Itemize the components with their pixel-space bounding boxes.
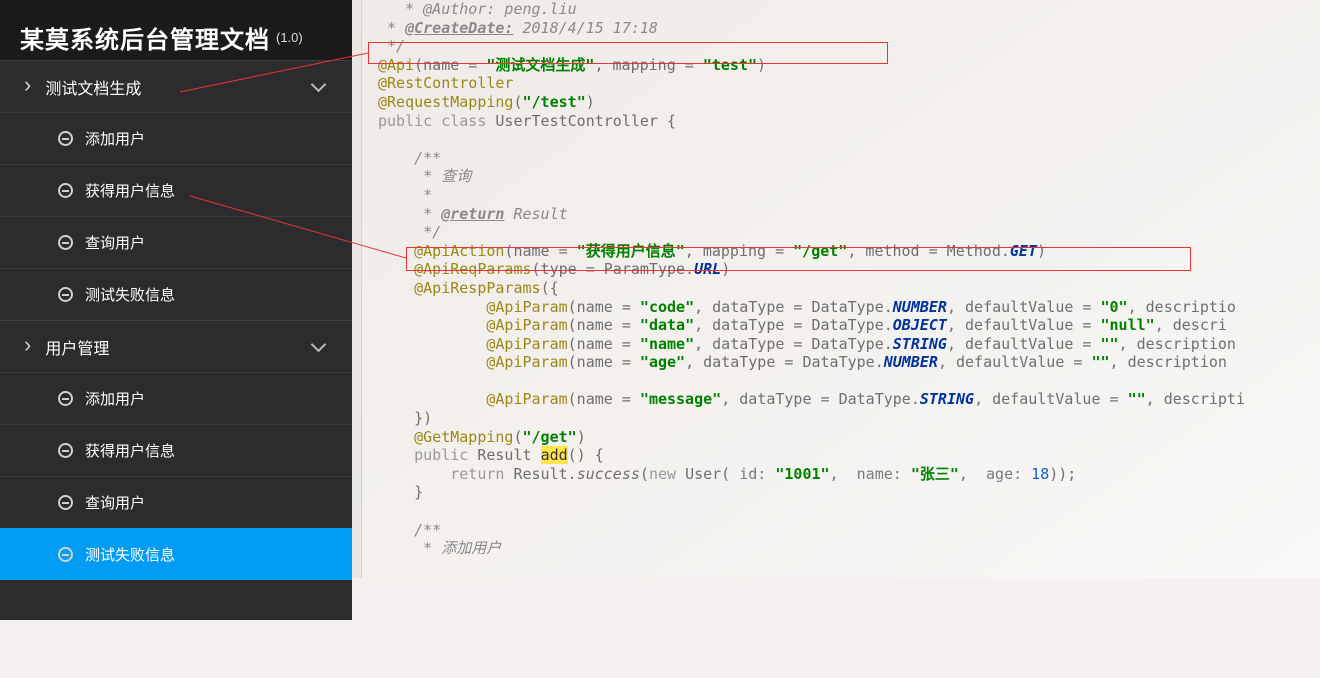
sidebar-group-user-mgmt[interactable]: 用户管理 xyxy=(0,320,352,372)
sidebar-item-label: 查询用户 xyxy=(85,232,145,253)
editor-gutter xyxy=(352,0,362,578)
code-content: * @Author: peng.liu * @CreateDate: 2018/… xyxy=(378,0,1320,558)
code-editor[interactable]: * @Author: peng.liu * @CreateDate: 2018/… xyxy=(352,0,1320,578)
sidebar-item-label: 添加用户 xyxy=(85,388,145,409)
sidebar-group-test-doc[interactable]: 测试文档生成 xyxy=(0,60,352,112)
sidebar-header: 某莫系统后台管理文档 (1.0) xyxy=(0,0,352,60)
minus-circle-icon xyxy=(58,287,73,302)
chevron-up-icon xyxy=(311,337,327,353)
sidebar-item-label: 获得用户信息 xyxy=(85,180,175,201)
minus-circle-icon xyxy=(58,443,73,458)
sidebar: 某莫系统后台管理文档 (1.0) 测试文档生成 添加用户 获得用户信息 查询用户… xyxy=(0,0,352,620)
sidebar-item-test-fail-2[interactable]: 测试失败信息 xyxy=(0,528,352,580)
minus-circle-icon xyxy=(58,131,73,146)
chevron-right-icon xyxy=(24,76,31,98)
sidebar-item-label: 测试失败信息 xyxy=(85,284,175,305)
minus-circle-icon xyxy=(58,235,73,250)
minus-circle-icon xyxy=(58,391,73,406)
minus-circle-icon xyxy=(58,183,73,198)
minus-circle-icon xyxy=(58,547,73,562)
minus-circle-icon xyxy=(58,495,73,510)
sidebar-group-label: 测试文档生成 xyxy=(45,75,141,99)
sidebar-item-label: 添加用户 xyxy=(85,128,145,149)
sidebar-item-add-user[interactable]: 添加用户 xyxy=(0,112,352,164)
chevron-up-icon xyxy=(311,77,327,93)
sidebar-item-test-fail[interactable]: 测试失败信息 xyxy=(0,268,352,320)
app-version: (1.0) xyxy=(276,30,303,45)
sidebar-item-label: 测试失败信息 xyxy=(85,544,175,565)
sidebar-item-get-user-info[interactable]: 获得用户信息 xyxy=(0,164,352,216)
sidebar-item-get-user-info-2[interactable]: 获得用户信息 xyxy=(0,424,352,476)
sidebar-item-label: 查询用户 xyxy=(85,492,145,513)
sidebar-group-label: 用户管理 xyxy=(45,335,109,359)
app-title: 某莫系统后台管理文档 xyxy=(20,20,270,55)
sidebar-item-label: 获得用户信息 xyxy=(85,440,175,461)
sidebar-item-query-user[interactable]: 查询用户 xyxy=(0,216,352,268)
chevron-right-icon xyxy=(24,336,31,358)
sidebar-item-query-user-2[interactable]: 查询用户 xyxy=(0,476,352,528)
sidebar-item-add-user-2[interactable]: 添加用户 xyxy=(0,372,352,424)
